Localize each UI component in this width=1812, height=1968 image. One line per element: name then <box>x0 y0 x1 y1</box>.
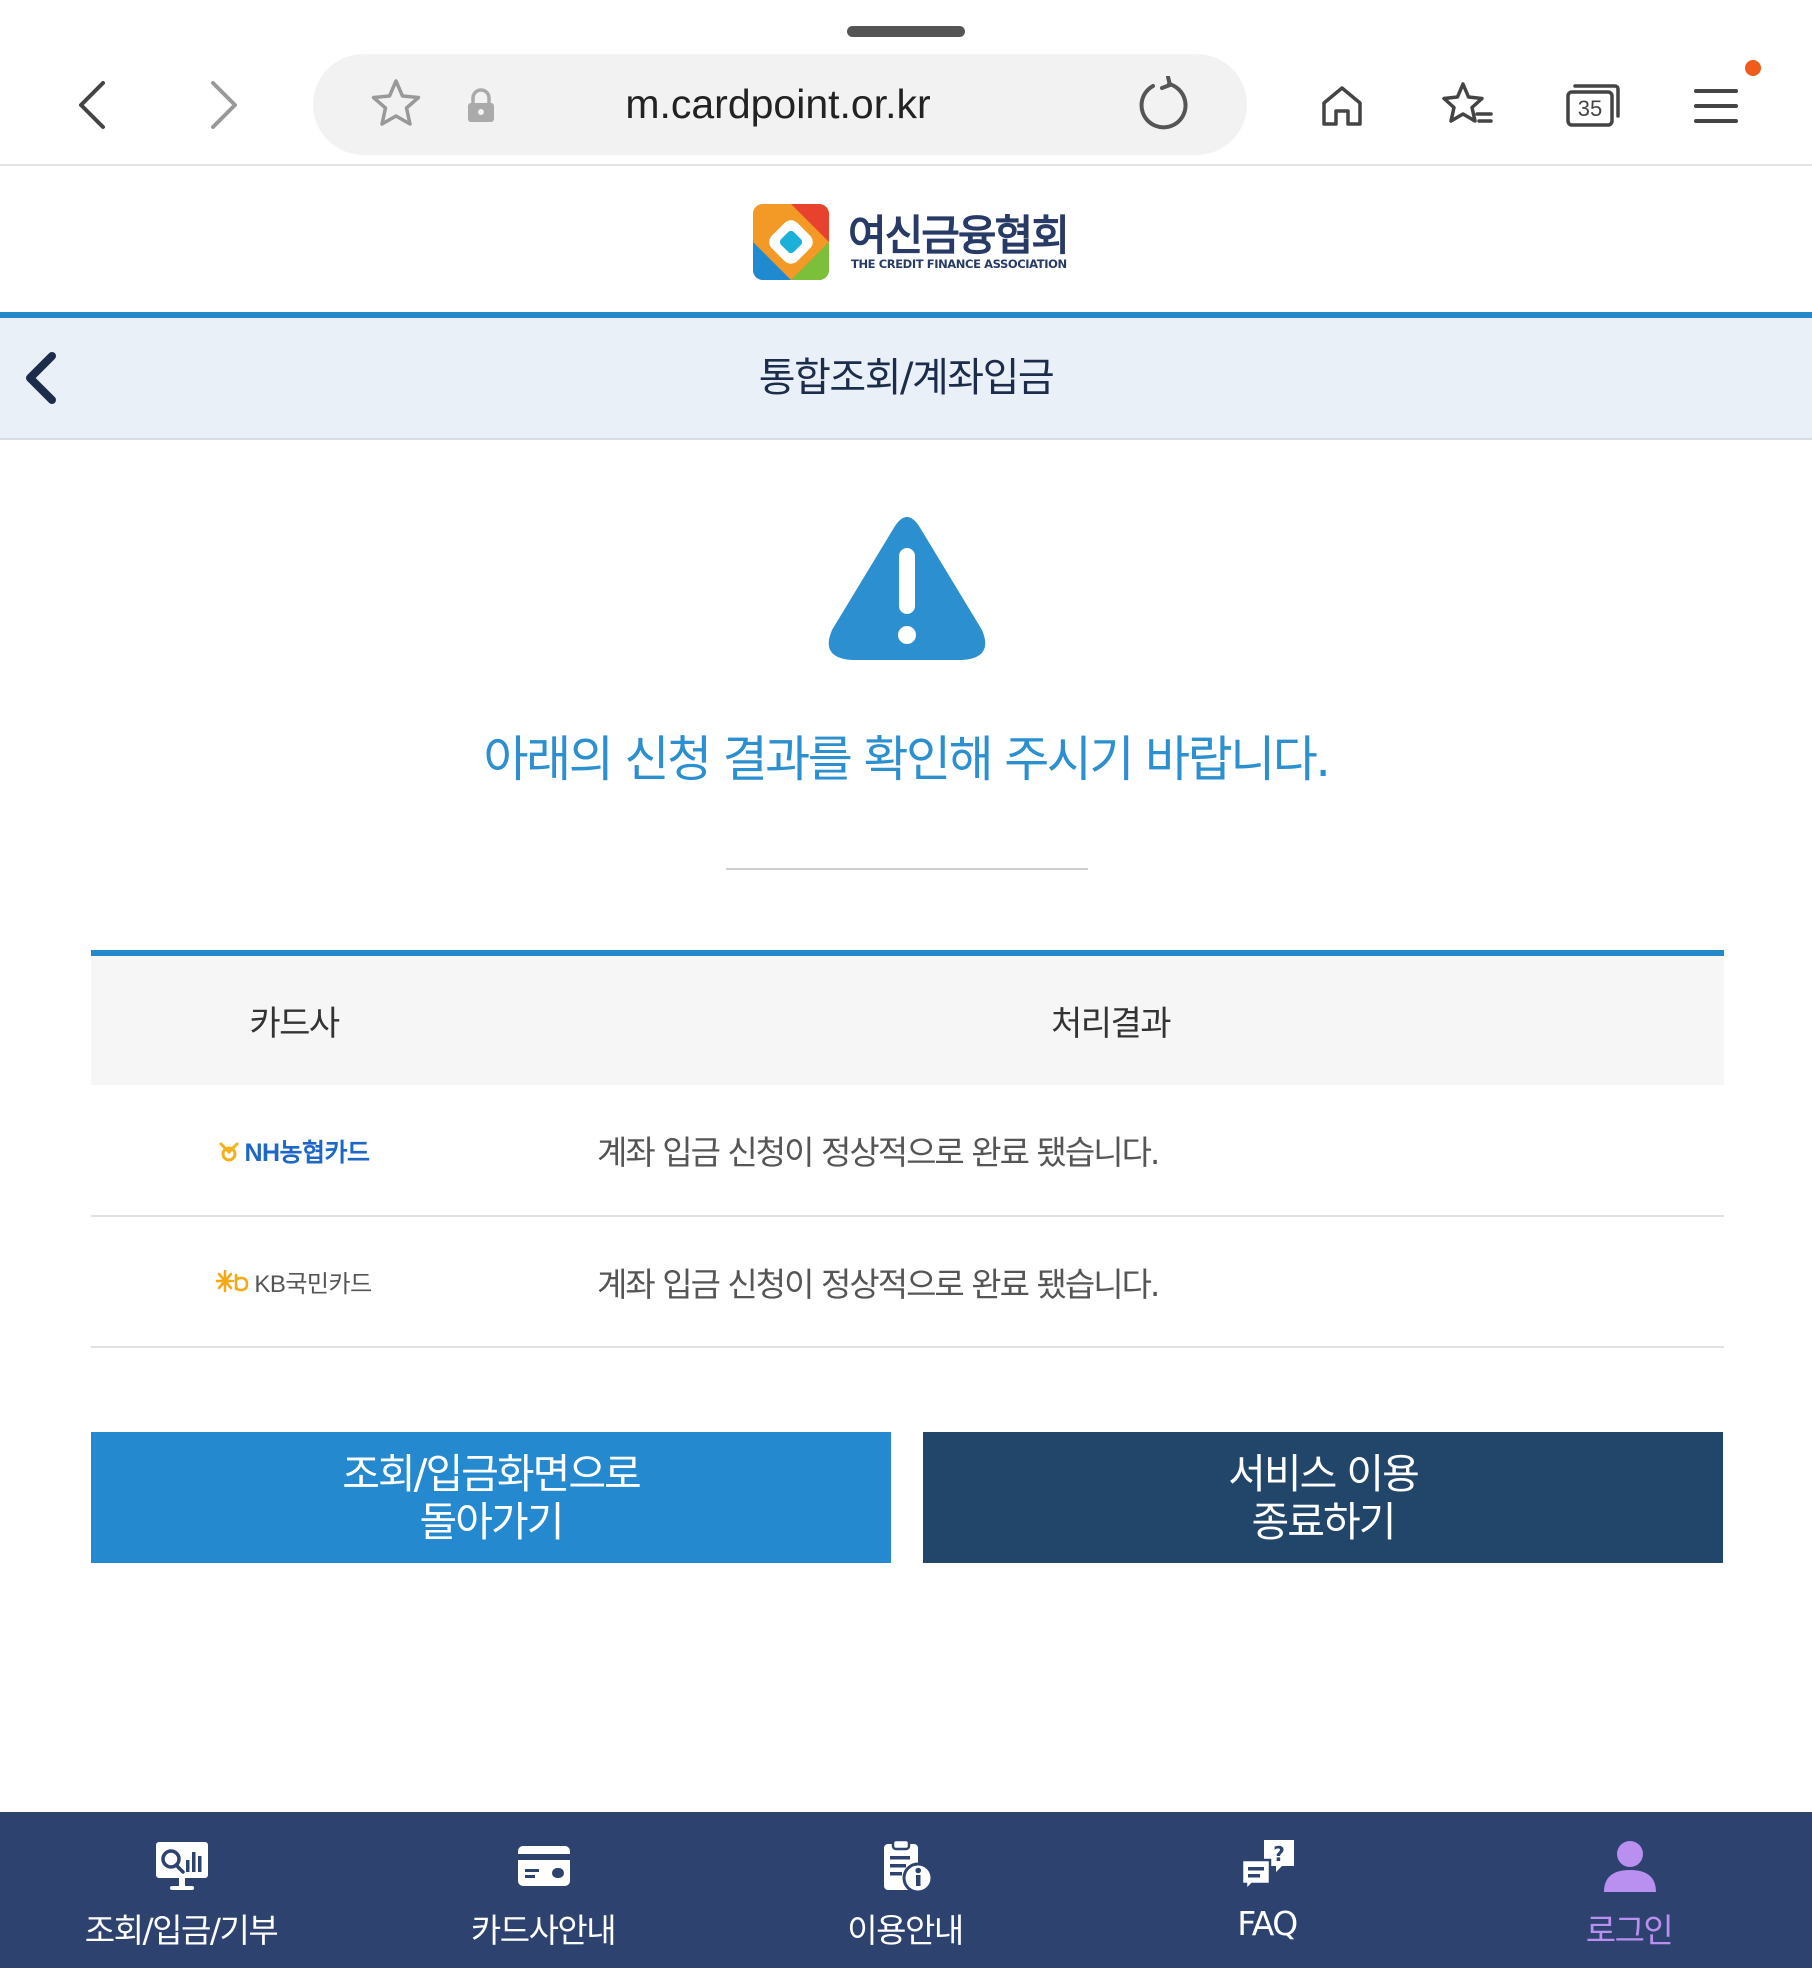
nav-item-usage-guide[interactable]: 이용안내 <box>724 1812 1086 1968</box>
bottom-navigation: 조회/입금/기부 카드사안내 이용안내 ? FAQ 로그인 <box>0 1812 1812 1968</box>
notification-dot <box>1745 60 1761 76</box>
button-label-line-2: 종료하기 <box>1251 1497 1397 1546</box>
bookmarks-icon[interactable] <box>1437 76 1497 136</box>
browser-forward-button[interactable] <box>188 70 258 140</box>
button-label-line-1: 조회/입금화면으로 <box>342 1449 642 1498</box>
nav-label: 카드사안내 <box>470 1911 617 1950</box>
chevron-left-icon <box>79 81 105 129</box>
kb-logo-icon <box>216 1269 249 1293</box>
logo-korean-name: 여신금융협회 <box>848 211 1070 260</box>
svg-text:?: ? <box>1273 1842 1285 1866</box>
bookmark-star-icon[interactable] <box>368 76 424 132</box>
faq-icon: ? <box>1240 1840 1294 1894</box>
button-label-line-1: 서비스 이용 <box>1228 1449 1420 1498</box>
tabs-button[interactable]: 35 <box>1565 82 1621 128</box>
lock-icon <box>468 88 494 122</box>
nav-item-card-companies[interactable]: 카드사안내 <box>362 1812 724 1968</box>
result-text: 계좌 입금 신청이 정상적으로 완료 됐습니다. <box>497 1085 1724 1217</box>
browser-toolbar: m.cardpoint.or.kr 35 <box>0 0 1812 166</box>
nh-card-logo: NH농협카드 <box>218 1133 370 1169</box>
nav-item-inquiry[interactable]: 조회/입금/기부 <box>0 1812 362 1968</box>
nav-label: 로그인 <box>1585 1911 1674 1950</box>
back-to-inquiry-button[interactable]: 조회/입금화면으로 돌아가기 <box>91 1432 891 1563</box>
nav-label: 이용안내 <box>847 1911 964 1950</box>
end-service-button[interactable]: 서비스 이용 종료하기 <box>923 1432 1723 1563</box>
column-header-card-company: 카드사 <box>91 953 497 1085</box>
column-header-result: 처리결과 <box>497 953 1724 1085</box>
result-text: 계좌 입금 신청이 정상적으로 완료 됐습니다. <box>497 1216 1724 1348</box>
guide-icon <box>884 1838 934 1894</box>
table-row: NH농협카드 계좌 입금 신청이 정상적으로 완료 됐습니다. <box>91 1085 1724 1217</box>
site-header: 여신금융협회 THE CREDIT FINANCE ASSOCIATION <box>0 166 1812 312</box>
page-title-bar: 통합조회/계좌입금 <box>0 312 1812 440</box>
menu-icon[interactable] <box>1686 76 1746 136</box>
card-company-cell: NH농협카드 <box>91 1085 497 1217</box>
card-name: KB국민카드 <box>254 1270 372 1298</box>
result-notice-message: 아래의 신청 결과를 확인해 주시기 바랍니다. <box>483 731 1331 788</box>
home-icon[interactable] <box>1312 76 1372 136</box>
inquiry-icon <box>156 1842 208 1890</box>
tab-count-text: 35 <box>1577 96 1603 121</box>
reload-icon[interactable] <box>1135 76 1193 134</box>
nh-logo-icon <box>219 1142 239 1161</box>
drag-handle[interactable] <box>847 26 965 37</box>
kb-card-logo: KB국민카드 <box>216 1264 372 1299</box>
divider <box>726 868 1088 870</box>
warning-icon <box>828 517 986 660</box>
nav-label: 조회/입금/기부 <box>84 1911 279 1950</box>
chevron-right-icon <box>211 81 237 129</box>
url-text[interactable]: m.cardpoint.or.kr <box>513 54 1043 155</box>
card-icon <box>518 1846 570 1886</box>
button-label-line-2: 돌아가기 <box>419 1497 565 1546</box>
card-name: NH농협카드 <box>244 1138 370 1167</box>
card-company-cell: KB국민카드 <box>91 1216 497 1348</box>
association-logo-icon <box>753 204 829 280</box>
logo-english-name: THE CREDIT FINANCE ASSOCIATION <box>851 257 1067 271</box>
browser-back-button[interactable] <box>58 70 128 140</box>
user-icon <box>1604 1841 1656 1892</box>
result-table: 카드사 처리결과 NH농협카드 계좌 입금 신청이 정상적으로 완료 됐습니다. <box>91 950 1724 1348</box>
nav-item-login[interactable]: 로그인 <box>1448 1812 1810 1968</box>
table-header-row: 카드사 처리결과 <box>91 953 1724 1085</box>
address-bar[interactable]: m.cardpoint.or.kr <box>313 54 1247 155</box>
table-row: KB국민카드 계좌 입금 신청이 정상적으로 완료 됐습니다. <box>91 1216 1724 1348</box>
nav-item-faq[interactable]: ? FAQ <box>1086 1812 1448 1968</box>
page-title: 통합조회/계좌입금 <box>758 355 1055 401</box>
nav-label: FAQ <box>1237 1904 1298 1943</box>
